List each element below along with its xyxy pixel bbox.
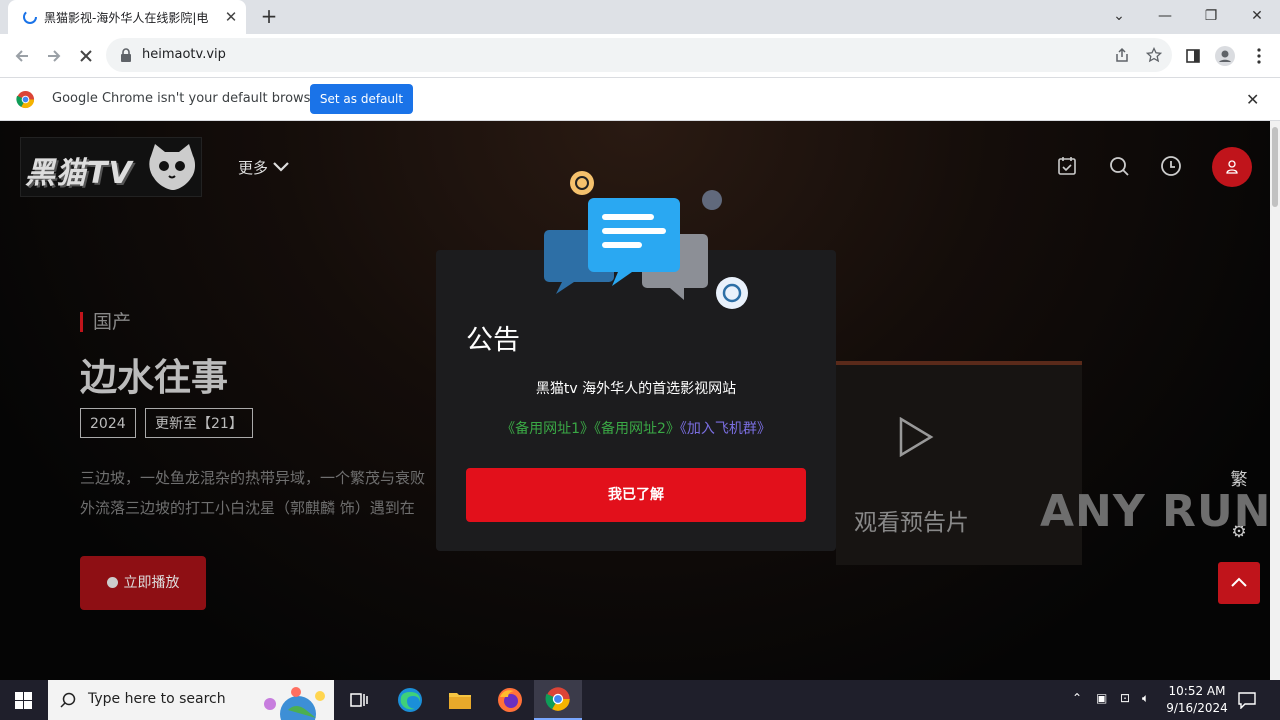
year-tag: 2024 bbox=[80, 408, 136, 438]
user-avatar-button[interactable] bbox=[1212, 147, 1252, 187]
clock-time: 10:52 AM bbox=[1168, 684, 1226, 698]
show-title: 边水往事 bbox=[80, 356, 228, 399]
lock-icon bbox=[121, 48, 131, 62]
meet-now-icon[interactable]: ▣ bbox=[1096, 691, 1107, 705]
forward-arrow-icon[interactable] bbox=[41, 43, 67, 69]
play-dot-icon bbox=[106, 577, 118, 588]
close-window-button[interactable]: ✕ bbox=[1234, 4, 1280, 28]
logo-text: 黑猫TV bbox=[25, 156, 133, 191]
new-tab-button[interactable]: + bbox=[258, 6, 280, 28]
firefox-icon[interactable] bbox=[486, 680, 534, 720]
tab-search-chevron-icon[interactable]: ⌄ bbox=[1096, 4, 1142, 28]
episode-tag: 更新至【21】 bbox=[145, 408, 253, 438]
search-icon[interactable] bbox=[1108, 155, 1130, 177]
chrome-taskbar-icon[interactable] bbox=[534, 680, 582, 720]
show-description: 三边坡，一处鱼龙混杂的热带异域，一个繁茂与衰败 外流落三边坡的打工小白沈星（郭麒… bbox=[80, 463, 460, 523]
edge-browser-icon[interactable] bbox=[386, 680, 434, 720]
browser-tab[interactable]: 黑猫影视-海外华人在线影院|电 ✕ bbox=[8, 0, 246, 34]
search-icon bbox=[60, 692, 76, 708]
bookmark-star-icon[interactable] bbox=[1146, 47, 1162, 63]
site-logo[interactable]: 黑猫TV bbox=[20, 137, 202, 197]
side-panel-icon[interactable] bbox=[1180, 43, 1206, 69]
play-now-button[interactable]: 立即播放 bbox=[80, 556, 206, 610]
chevron-down-icon bbox=[273, 162, 289, 172]
tab-close-icon[interactable]: ✕ bbox=[222, 8, 240, 26]
play-now-label: 立即播放 bbox=[123, 575, 180, 591]
nav-more-label: 更多 bbox=[238, 159, 269, 177]
tray-chevron-up-icon[interactable]: ⌃ bbox=[1072, 691, 1082, 705]
back-to-top-button[interactable] bbox=[1218, 562, 1260, 604]
search-highlight-globe-icon bbox=[264, 687, 325, 720]
backup-url-1-link[interactable]: 《备用网址1》 bbox=[501, 421, 594, 437]
clock-date: 9/16/2024 bbox=[1166, 701, 1228, 715]
chat-bubbles-illustration bbox=[544, 171, 748, 309]
join-telegram-link[interactable]: 《加入飞机群》 bbox=[680, 421, 771, 437]
category-label: 国产 bbox=[80, 312, 131, 332]
browser-toolbar: heimaotv.vip bbox=[0, 34, 1280, 77]
backup-url-2-link[interactable]: 《备用网址2》 bbox=[594, 421, 680, 437]
chevron-up-icon bbox=[1231, 577, 1247, 587]
volume-icon[interactable]: 🔈︎ bbox=[1142, 691, 1149, 706]
calendar-check-icon[interactable] bbox=[1056, 155, 1078, 177]
profile-icon[interactable] bbox=[1212, 43, 1238, 69]
task-view-icon[interactable] bbox=[336, 680, 384, 720]
anyrun-watermark: ANY RUN bbox=[1040, 486, 1272, 537]
infobar-close-icon[interactable]: ✕ bbox=[1246, 90, 1259, 109]
notification-center-icon[interactable] bbox=[1238, 691, 1256, 709]
tab-title: 黑猫影视-海外华人在线影院|电 bbox=[44, 11, 209, 25]
network-icon[interactable]: ⊡ bbox=[1120, 691, 1130, 705]
cat-mascot-icon bbox=[149, 144, 196, 190]
modal-links: 《备用网址1》《备用网址2》《加入飞机群》 bbox=[436, 418, 836, 438]
modal-title: 公告 bbox=[466, 325, 520, 356]
nav-more[interactable]: 更多 bbox=[238, 157, 289, 178]
play-triangle-icon bbox=[899, 417, 934, 457]
chrome-logo-icon bbox=[16, 90, 35, 109]
url-text: heimaotv.vip bbox=[142, 47, 226, 62]
user-icon bbox=[1226, 160, 1238, 174]
modal-text: 黑猫tv 海外华人的首选影视网站 bbox=[535, 381, 737, 397]
windows-logo-icon bbox=[15, 692, 32, 709]
infobar-message: Google Chrome isn't your default browser bbox=[52, 91, 324, 106]
file-explorer-icon[interactable] bbox=[436, 680, 484, 720]
system-clock[interactable]: 10:52 AM 9/16/2024 bbox=[1160, 683, 1234, 717]
chrome-menu-icon[interactable] bbox=[1246, 43, 1272, 69]
description-line: 外流落三边坡的打工小白沈星（郭麒麟 饰）遇到在 bbox=[80, 499, 415, 517]
history-clock-icon[interactable] bbox=[1160, 155, 1182, 177]
page-scrollbar[interactable] bbox=[1270, 121, 1280, 680]
restore-button[interactable]: ❐ bbox=[1188, 4, 1234, 28]
confirm-button[interactable]: 我已了解 bbox=[466, 468, 806, 522]
taskbar-search-box[interactable]: Type here to search bbox=[48, 680, 334, 720]
trailer-label: 观看预告片 bbox=[854, 510, 969, 536]
description-line: 三边坡，一处鱼龙混杂的热带异域，一个繁茂与衰败 bbox=[80, 469, 426, 487]
back-arrow-icon[interactable] bbox=[9, 43, 35, 69]
tab-strip: 黑猫影视-海外华人在线影院|电 ✕ + ⌄ — ❐ ✕ bbox=[0, 0, 1280, 34]
set-default-button[interactable]: Set as default bbox=[310, 84, 413, 114]
start-button[interactable] bbox=[0, 680, 48, 720]
share-icon[interactable] bbox=[1114, 47, 1130, 63]
default-browser-infobar: Google Chrome isn't your default browser… bbox=[0, 77, 1280, 121]
loading-favicon-icon bbox=[23, 10, 37, 24]
search-placeholder: Type here to search bbox=[88, 691, 226, 707]
windows-taskbar: Type here to search ⌃ ▣ ⊡ 🔈︎ 10:52 AM 9/… bbox=[0, 680, 1280, 720]
minimize-button[interactable]: — bbox=[1142, 4, 1188, 28]
stop-loading-icon[interactable] bbox=[73, 43, 99, 69]
address-bar[interactable]: heimaotv.vip bbox=[106, 38, 1172, 72]
scrollbar-thumb[interactable] bbox=[1272, 127, 1278, 207]
